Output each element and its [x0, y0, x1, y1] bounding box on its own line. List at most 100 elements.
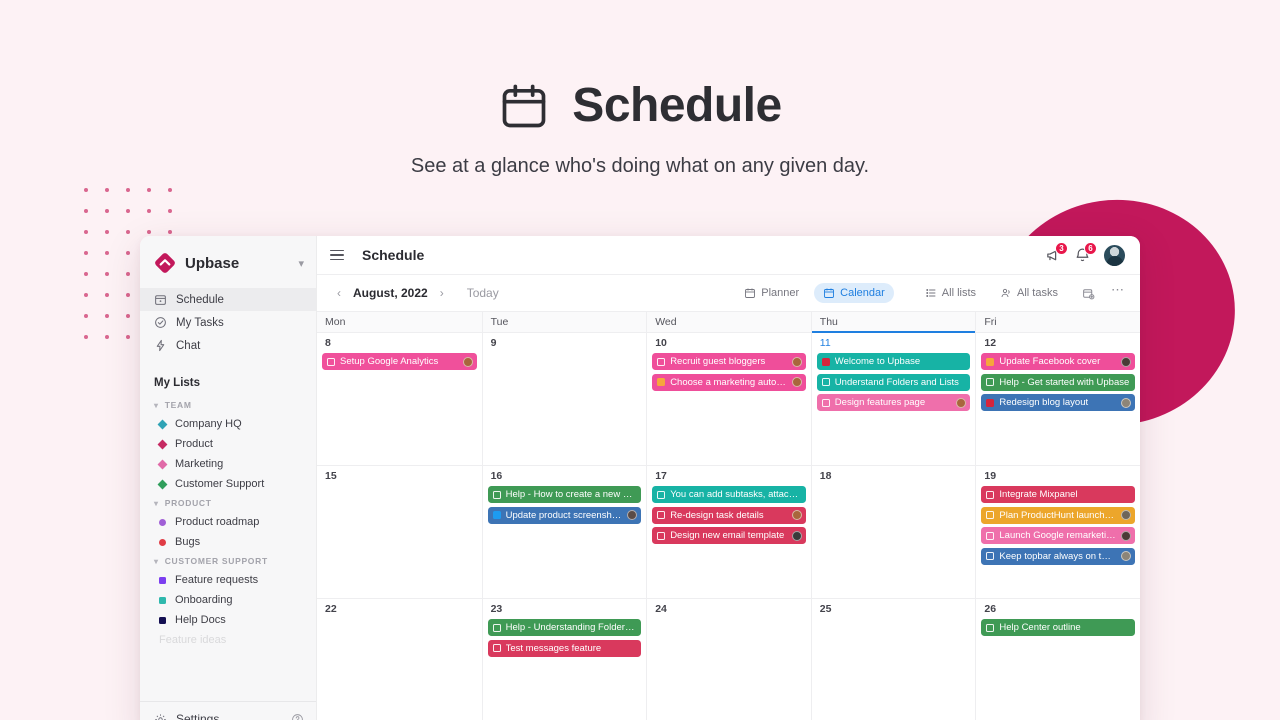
- calendar-task-card[interactable]: Welcome to Upbase: [816, 353, 971, 370]
- hamburger-menu-icon[interactable]: [330, 249, 344, 261]
- task-checkbox[interactable]: [986, 623, 995, 632]
- task-assignee-avatar[interactable]: [1121, 356, 1131, 367]
- task-checkbox[interactable]: [492, 490, 501, 499]
- question-circle-icon[interactable]: [291, 713, 304, 720]
- task-checkbox[interactable]: [986, 357, 995, 366]
- task-assignee-avatar[interactable]: [462, 356, 473, 367]
- sidebar-list-item[interactable]: Product roadmap: [140, 512, 316, 532]
- sidebar-footer[interactable]: Settings: [140, 701, 316, 720]
- task-assignee-avatar[interactable]: [1121, 397, 1131, 408]
- calendar-day-cell[interactable]: 16Help - How to create a new works... Upd…: [481, 466, 647, 598]
- task-checkbox[interactable]: [657, 511, 666, 519]
- task-checkbox[interactable]: [821, 378, 830, 386]
- calendar-task-card[interactable]: Re-design task details: [652, 506, 806, 524]
- task-assignee-avatar[interactable]: [791, 377, 802, 387]
- calendar-task-card[interactable]: Recruit guest bloggers: [652, 353, 806, 370]
- task-assignee-avatar[interactable]: [1121, 510, 1131, 520]
- calendar-task-card[interactable]: Help Center outline: [981, 619, 1135, 636]
- chevron-down-icon[interactable]: ▾: [298, 257, 304, 270]
- sidebar-list-item[interactable]: Bugs: [140, 532, 316, 552]
- calendar-day-cell[interactable]: 26 Help Center outline: [975, 599, 1140, 720]
- calendar-day-cell[interactable]: 17You can add subtasks, attachmen... Re-d…: [646, 466, 811, 598]
- task-checkbox[interactable]: [821, 357, 830, 366]
- megaphone-icon[interactable]: 3: [1045, 241, 1068, 264]
- workspace-switcher[interactable]: Upbase ▾: [140, 236, 316, 286]
- task-checkbox[interactable]: [986, 531, 995, 540]
- calendar-task-card[interactable]: Update product screenshots f...: [487, 506, 642, 524]
- calendar-task-card[interactable]: You can add subtasks, attachmen...: [652, 486, 806, 503]
- task-checkbox[interactable]: [986, 490, 995, 499]
- task-checkbox[interactable]: [821, 398, 830, 407]
- calendar-task-card[interactable]: Integrate Mixpanel: [981, 486, 1135, 503]
- task-checkbox[interactable]: [327, 357, 335, 366]
- task-checkbox[interactable]: [986, 378, 995, 386]
- calendar-task-card[interactable]: Design features page: [816, 394, 971, 411]
- task-checkbox[interactable]: [492, 511, 501, 519]
- calendar-task-card[interactable]: Understand Folders and Lists: [816, 373, 971, 391]
- calendar-task-card[interactable]: Help - Get started with Upbase: [981, 373, 1135, 391]
- task-checkbox[interactable]: [492, 644, 501, 652]
- list-group-header[interactable]: ▾ TEAM: [140, 396, 316, 414]
- calendar-day-cell[interactable]: 11 Welcome to Upbase Understand Folders an…: [810, 333, 976, 465]
- calendar-day-cell[interactable]: 22: [317, 599, 482, 720]
- list-group-header[interactable]: ▾ CUSTOMER SUPPORT: [140, 552, 316, 570]
- next-month-button[interactable]: ›: [433, 284, 451, 302]
- task-checkbox[interactable]: [657, 531, 666, 540]
- calendar-day-cell[interactable]: 19 Integrate Mixpanel Plan ProductHunt lau…: [975, 466, 1140, 598]
- calendar-task-card[interactable]: Launch Google remarketing ca...: [981, 527, 1135, 544]
- task-checkbox[interactable]: [986, 552, 995, 560]
- calendar-task-card[interactable]: Design new email template: [652, 527, 806, 544]
- calendar-day-cell[interactable]: 15: [317, 466, 482, 598]
- view-calendar-button[interactable]: Calendar: [814, 283, 894, 303]
- sidebar-list-item[interactable]: Company HQ: [140, 414, 316, 434]
- sidebar-list-item[interactable]: Product: [140, 434, 316, 454]
- sidebar-item-chat[interactable]: Chat: [140, 334, 316, 357]
- sidebar-list-item[interactable]: Help Docs: [140, 610, 316, 630]
- task-checkbox[interactable]: [657, 357, 666, 366]
- task-assignee-avatar[interactable]: [791, 356, 802, 367]
- calendar-day-cell[interactable]: 24: [646, 599, 811, 720]
- calendar-task-card[interactable]: Setup Google Analytics: [322, 353, 477, 370]
- task-assignee-avatar[interactable]: [627, 510, 638, 520]
- task-checkbox[interactable]: [657, 490, 666, 499]
- more-horizontal-icon[interactable]: ⋯: [1109, 282, 1127, 304]
- task-checkbox[interactable]: [986, 511, 995, 519]
- task-assignee-avatar[interactable]: [791, 510, 802, 520]
- sidebar-list-item[interactable]: Customer Support: [140, 474, 316, 494]
- task-assignee-avatar[interactable]: [791, 530, 802, 541]
- calendar-day-cell[interactable]: 23Help - Understanding Folders and... Tes…: [481, 599, 647, 720]
- calendar-task-card[interactable]: Help - How to create a new works...: [487, 486, 642, 503]
- sidebar-item-schedule[interactable]: Schedule: [140, 288, 316, 311]
- calendar-day-cell[interactable]: 18: [810, 466, 976, 598]
- calendar-task-card[interactable]: Redesign blog layout: [981, 394, 1135, 411]
- calendar-add-icon[interactable]: [1073, 283, 1103, 303]
- task-assignee-avatar[interactable]: [956, 397, 967, 408]
- task-assignee-avatar[interactable]: [1121, 530, 1131, 541]
- filter-all-tasks-button[interactable]: All tasks: [991, 283, 1067, 303]
- task-checkbox[interactable]: [986, 398, 995, 407]
- prev-month-button[interactable]: ‹: [330, 284, 348, 302]
- calendar-task-card[interactable]: Test messages feature: [487, 639, 642, 657]
- calendar-task-card[interactable]: Update Facebook cover: [981, 353, 1135, 370]
- calendar-day-cell[interactable]: 9: [481, 333, 647, 465]
- sidebar-list-item[interactable]: Marketing: [140, 454, 316, 474]
- list-group-header[interactable]: ▾ PRODUCT: [140, 494, 316, 512]
- sidebar-list-item[interactable]: Onboarding: [140, 590, 316, 610]
- view-planner-button[interactable]: Planner: [735, 283, 808, 303]
- calendar-day-cell[interactable]: 8 Setup Google Analytics: [317, 333, 482, 465]
- task-assignee-avatar[interactable]: [1121, 551, 1131, 561]
- calendar-day-cell[interactable]: 25: [810, 599, 976, 720]
- sidebar-list-item[interactable]: Feature requests: [140, 570, 316, 590]
- calendar-task-card[interactable]: Choose a marketing automatio...: [652, 373, 806, 391]
- today-button[interactable]: Today: [467, 286, 499, 300]
- task-checkbox[interactable]: [492, 623, 501, 632]
- bell-icon[interactable]: 6: [1074, 241, 1097, 264]
- calendar-day-cell[interactable]: 10 Recruit guest bloggers Choose a marketi…: [646, 333, 811, 465]
- calendar-day-cell[interactable]: 12 Update Facebook cover Help - Get starte…: [975, 333, 1140, 465]
- calendar-task-card[interactable]: Keep topbar always on top whi...: [981, 547, 1135, 565]
- sidebar-item-my-tasks[interactable]: My Tasks: [140, 311, 316, 334]
- calendar-task-card[interactable]: Plan ProductHunt launch cam...: [981, 506, 1135, 524]
- avatar[interactable]: [1103, 243, 1126, 267]
- filter-all-lists-button[interactable]: All lists: [916, 283, 985, 303]
- task-checkbox[interactable]: [657, 378, 666, 386]
